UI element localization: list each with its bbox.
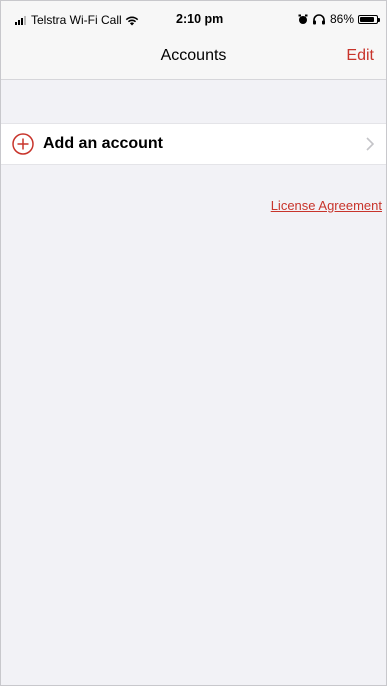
status-time: 2:10 pm xyxy=(176,12,224,26)
alarm-icon xyxy=(298,14,308,24)
status-right: 86% xyxy=(298,12,380,26)
license-agreement-link[interactable]: License Agreement xyxy=(271,198,382,213)
add-account-row[interactable]: Add an account xyxy=(1,123,386,165)
edit-button[interactable]: Edit xyxy=(346,47,374,65)
chevron-right-icon xyxy=(366,137,374,151)
status-bar: Telstra Wi-Fi Call 2:10 pm 86% xyxy=(1,1,386,39)
headphones-icon xyxy=(312,13,325,24)
page-title: Accounts xyxy=(160,47,227,64)
signal-icon xyxy=(15,15,26,25)
app-frame: Telstra Wi-Fi Call 2:10 pm 86% Accounts … xyxy=(0,0,387,686)
plus-circle-icon xyxy=(12,133,34,155)
nav-bar: Accounts Edit xyxy=(1,39,386,80)
battery-icon xyxy=(358,14,380,24)
add-account-label: Add an account xyxy=(43,135,164,152)
battery-fill xyxy=(360,16,374,22)
wifi-icon xyxy=(125,16,138,25)
carrier-name: Telstra Wi-Fi Call xyxy=(31,13,122,27)
battery-percent: 86% xyxy=(329,12,354,26)
status-left: Telstra Wi-Fi Call xyxy=(15,13,139,27)
